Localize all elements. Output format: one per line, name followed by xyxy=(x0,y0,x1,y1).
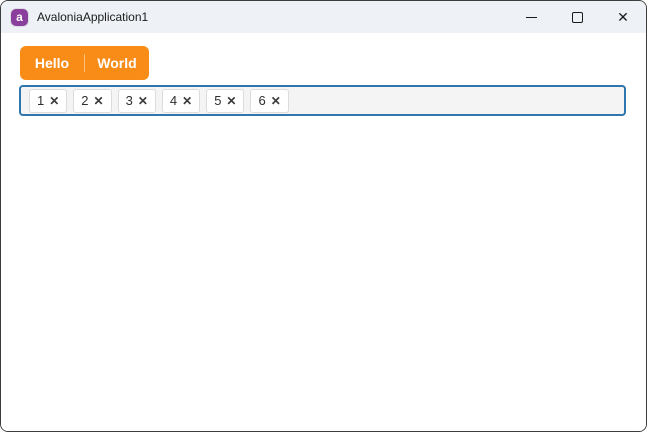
chip-label: 2 xyxy=(81,93,89,108)
title-bar: a AvaloniaApplication1 ✕ xyxy=(1,1,646,33)
chip-remove-icon[interactable]: ✕ xyxy=(94,95,104,107)
close-icon: ✕ xyxy=(617,9,629,25)
tab-item-world[interactable]: World xyxy=(85,46,149,80)
chip-label: 5 xyxy=(214,93,222,108)
chip-remove-icon[interactable]: ✕ xyxy=(49,95,59,107)
chip-remove-icon[interactable]: ✕ xyxy=(138,95,148,107)
avalonia-logo-icon: a xyxy=(11,8,28,26)
chip[interactable]: 4 ✕ xyxy=(161,88,201,113)
chip-label: 6 xyxy=(258,93,266,108)
chip[interactable]: 3 ✕ xyxy=(117,88,156,113)
maximize-button[interactable] xyxy=(554,1,600,33)
chip-label: 1 xyxy=(37,93,45,108)
tab-strip: Hello World xyxy=(20,46,149,80)
maximize-icon xyxy=(571,11,583,23)
chip-label: 3 xyxy=(125,93,133,108)
minimize-button[interactable] xyxy=(508,1,554,33)
chip-label: 4 xyxy=(169,93,178,108)
app-window: a AvaloniaApplication1 ✕ Hello World 1 ✕… xyxy=(0,0,647,432)
chip[interactable]: 1 ✕ xyxy=(29,88,68,113)
chip-remove-icon[interactable]: ✕ xyxy=(271,95,281,107)
minimize-icon xyxy=(525,16,537,18)
chip-remove-icon[interactable]: ✕ xyxy=(226,95,236,107)
close-button[interactable]: ✕ xyxy=(600,1,646,33)
chip-remove-icon[interactable]: ✕ xyxy=(182,95,192,107)
chip[interactable]: 6 ✕ xyxy=(250,88,289,113)
content-area: Hello World 1 ✕ 2 ✕ 3 ✕ 4 ✕ 5 ✕ 6 ✕ xyxy=(1,33,646,431)
chip[interactable]: 5 ✕ xyxy=(206,88,245,113)
tab-item-hello[interactable]: Hello xyxy=(20,46,84,80)
chip-input-box[interactable]: 1 ✕ 2 ✕ 3 ✕ 4 ✕ 5 ✕ 6 ✕ xyxy=(19,85,626,116)
chip[interactable]: 2 ✕ xyxy=(73,88,112,113)
caption-buttons: ✕ xyxy=(508,1,646,33)
window-title: AvaloniaApplication1 xyxy=(37,10,149,24)
